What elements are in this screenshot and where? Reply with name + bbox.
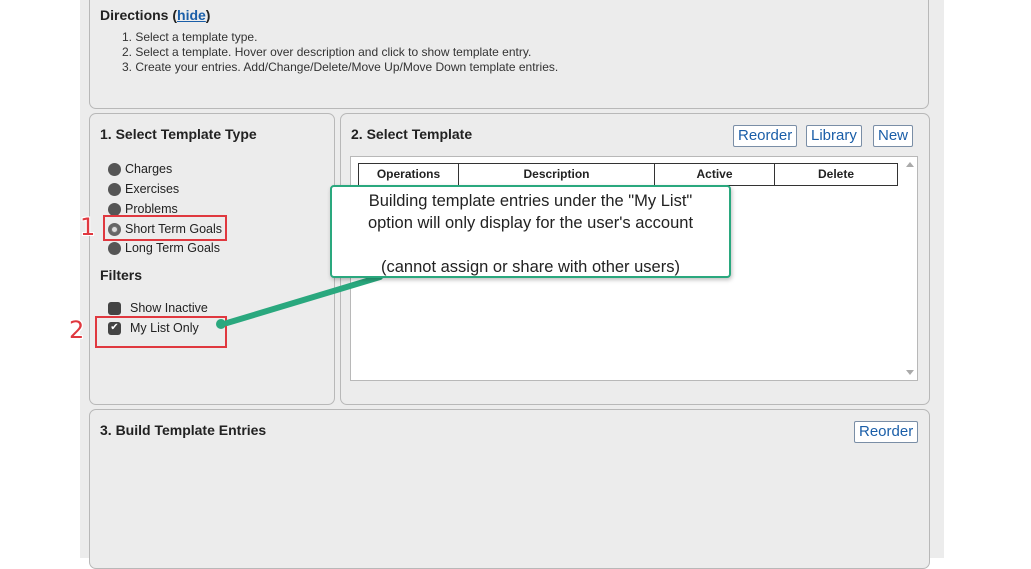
callout-text: (cannot assign or share with other users… [381, 258, 680, 276]
callout-box: Building template entries under the "My … [330, 185, 731, 278]
callout-text: Building template entries under the "My … [368, 192, 693, 210]
callout-text: option will only display for the user's … [367, 214, 694, 232]
callout-arrow [216, 274, 383, 329]
